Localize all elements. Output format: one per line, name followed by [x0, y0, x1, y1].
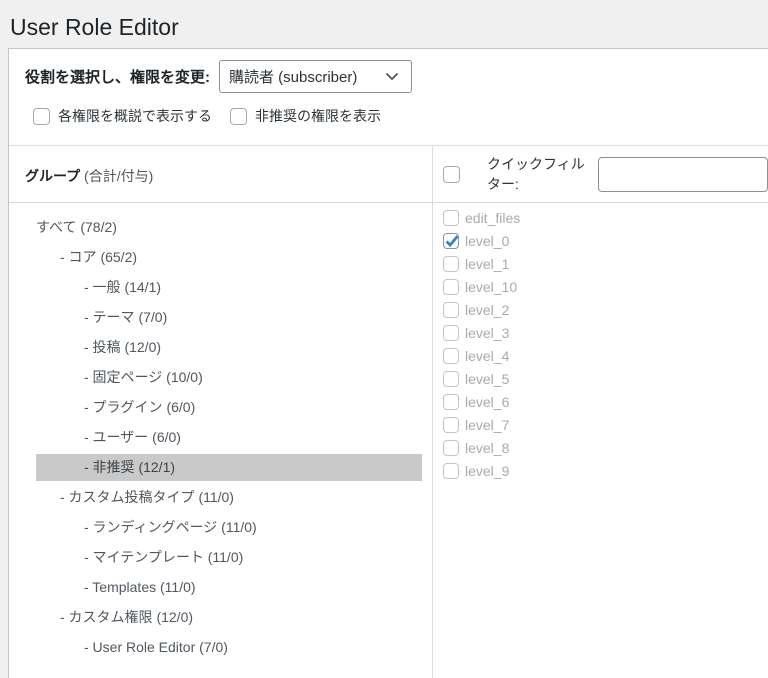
user-role-editor-panel: 役割を選択し、権限を変更: 購読者 (subscriber) 各権限を概説で表示… — [8, 48, 768, 678]
group-tree-item[interactable]: - カスタム権限 (12/0) — [36, 604, 422, 631]
capability-checkbox[interactable] — [443, 278, 459, 295]
group-tree-item-label: - テーマ (7/0) — [84, 309, 168, 325]
group-tree-item-label: - 固定ページ (10/0) — [84, 369, 203, 385]
checkmark-icon — [444, 233, 460, 252]
capability-label: level_9 — [465, 462, 510, 479]
group-tree-item[interactable]: - ランディングページ (11/0) — [36, 514, 422, 541]
capability-label: level_2 — [465, 301, 510, 318]
capability-item[interactable]: level_4 — [443, 344, 768, 367]
capability-checkbox[interactable] — [443, 232, 460, 252]
capability-checkbox[interactable] — [443, 462, 459, 479]
group-tree-item[interactable]: - カスタム投稿タイプ (11/0) — [36, 484, 422, 511]
group-tree-item[interactable]: - 非推奨 (12/1) — [36, 454, 422, 481]
capability-checkbox[interactable] — [443, 301, 459, 318]
group-tree-item-label: - マイテンプレート (11/0) — [84, 549, 244, 565]
editor-grid: グループ (合計/付与) クイックフィルター: すべて (78/2) - コア … — [9, 145, 768, 678]
capability-label: edit_files — [465, 209, 521, 226]
capability-label: level_3 — [465, 324, 510, 341]
group-tree-item[interactable]: - テーマ (7/0) — [36, 304, 422, 331]
capability-checkbox[interactable] — [443, 324, 459, 341]
group-tree-item[interactable]: - User Role Editor (7/0) — [36, 634, 422, 661]
capability-checkbox[interactable] — [443, 209, 459, 226]
capability-item[interactable]: edit_files — [443, 206, 768, 229]
capability-label: level_0 — [465, 232, 510, 249]
group-tree-item-label: - プラグイン (6/0) — [84, 399, 196, 415]
display-options-row: 各権限を概説で表示する 非推奨の権限を表示 — [9, 106, 768, 126]
capability-item[interactable]: level_1 — [443, 252, 768, 275]
groups-tree: すべて (78/2) - コア (65/2) - 一般 (14/1) - テーマ… — [9, 214, 432, 661]
group-tree-item-label: - Templates (11/0) — [84, 579, 196, 595]
group-tree-item-label: - 一般 (14/1) — [84, 279, 162, 295]
capability-label: level_10 — [465, 278, 518, 295]
quick-filter-input[interactable] — [598, 156, 768, 192]
role-select[interactable]: 購読者 (subscriber) — [219, 60, 412, 93]
group-tree-item-label: - コア (65/2) — [60, 249, 138, 265]
group-tree-item-label: - カスタム投稿タイプ (11/0) — [60, 489, 234, 505]
capability-item[interactable]: level_9 — [443, 459, 768, 482]
option-label: 各権限を概説で表示する — [58, 108, 212, 124]
select-all-checkbox[interactable] — [443, 165, 460, 183]
capability-item[interactable]: level_0 — [443, 229, 768, 252]
capability-item[interactable]: level_6 — [443, 390, 768, 413]
capability-item[interactable]: level_3 — [443, 321, 768, 344]
group-tree-item[interactable]: - 一般 (14/1) — [36, 274, 422, 301]
role-select-label: 役割を選択し、権限を変更: — [25, 69, 210, 86]
checkbox-show-capabilities-readable[interactable] — [33, 107, 50, 125]
group-tree-item[interactable]: - Templates (11/0) — [36, 574, 422, 601]
role-select-value: 購読者 (subscriber) — [229, 69, 358, 86]
group-tree-item-label: - 非推奨 (12/1) — [84, 459, 176, 475]
capability-checkbox[interactable] — [443, 393, 459, 410]
page-title: User Role Editor — [10, 14, 179, 40]
capability-label: level_6 — [465, 393, 510, 410]
group-tree-item-label: - 投稿 (12/0) — [84, 339, 162, 355]
group-tree-item-label: - ランディングページ (11/0) — [84, 519, 257, 535]
capability-item[interactable]: level_5 — [443, 367, 768, 390]
quick-filter-label: クイックフィルター: — [487, 156, 585, 192]
group-tree-item[interactable]: - コア (65/2) — [36, 244, 422, 271]
option-show-capabilities-readable[interactable]: 各権限を概説で表示する — [33, 106, 212, 126]
group-tree-item[interactable]: - マイテンプレート (11/0) — [36, 544, 422, 571]
group-tree-item-label: - カスタム権限 (12/0) — [60, 609, 194, 625]
capability-item[interactable]: level_8 — [443, 436, 768, 459]
capabilities-panel: edit_files level_0 level_1 level_10 leve… — [433, 203, 768, 678]
capability-checkbox[interactable] — [443, 347, 459, 364]
capabilities-list: edit_files level_0 level_1 level_10 leve… — [443, 206, 768, 482]
option-label: 非推奨の権限を表示 — [255, 108, 381, 124]
group-tree-item-label: - User Role Editor (7/0) — [84, 639, 228, 655]
group-tree-item[interactable]: - ユーザー (6/0) — [36, 424, 422, 451]
capability-label: level_4 — [465, 347, 510, 364]
group-tree-item-label: - ユーザー (6/0) — [84, 429, 181, 445]
capability-label: level_8 — [465, 439, 510, 456]
group-tree-item[interactable]: - プラグイン (6/0) — [36, 394, 422, 421]
group-tree-item-label: すべて (78/2) — [36, 219, 117, 235]
capability-checkbox[interactable] — [443, 255, 459, 272]
group-tree-item[interactable]: - 固定ページ (10/0) — [36, 364, 422, 391]
capability-checkbox[interactable] — [443, 439, 459, 456]
role-selector-row: 役割を選択し、権限を変更: 購読者 (subscriber) — [9, 49, 768, 93]
capability-checkbox[interactable] — [443, 370, 459, 387]
groups-header-suffix: (合計/付与) — [80, 168, 154, 184]
chevron-down-icon — [377, 68, 399, 85]
group-tree-item[interactable]: すべて (78/2) — [36, 214, 422, 241]
groups-header: グループ (合計/付与) — [9, 146, 433, 203]
capability-item[interactable]: level_7 — [443, 413, 768, 436]
capability-label: level_1 — [465, 255, 510, 272]
capability-label: level_5 — [465, 370, 510, 387]
capability-item[interactable]: level_2 — [443, 298, 768, 321]
groups-tree-panel: すべて (78/2) - コア (65/2) - 一般 (14/1) - テーマ… — [9, 203, 433, 678]
checkbox-show-deprecated-caps[interactable] — [230, 107, 247, 125]
quick-filter-row: クイックフィルター: — [433, 146, 768, 203]
option-show-deprecated-caps[interactable]: 非推奨の権限を表示 — [230, 106, 381, 126]
group-tree-item[interactable]: - 投稿 (12/0) — [36, 334, 422, 361]
capability-item[interactable]: level_10 — [443, 275, 768, 298]
capability-label: level_7 — [465, 416, 510, 433]
groups-header-title: グループ — [25, 168, 81, 184]
capability-checkbox[interactable] — [443, 416, 459, 433]
